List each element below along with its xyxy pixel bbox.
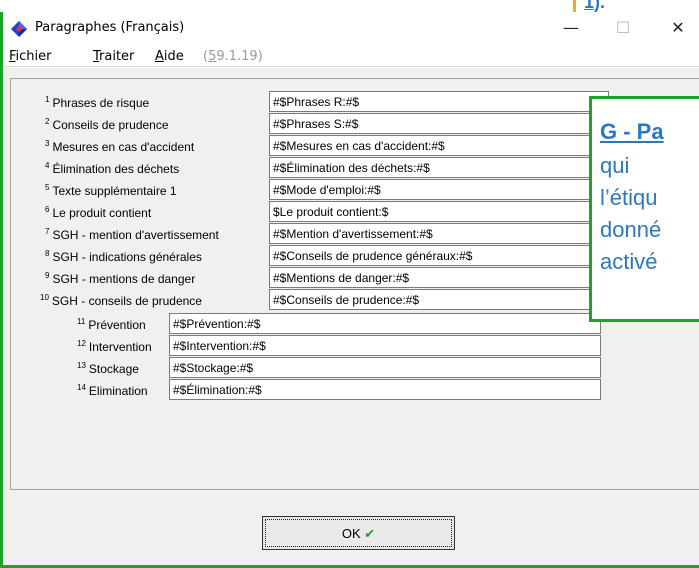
field-label: 2 Conseils de prudence: [45, 117, 169, 132]
ok-button-frame: OK ✔: [262, 516, 455, 550]
field-label: 5 Texte supplémentaire 1: [45, 183, 177, 198]
callout-g-title: G - Pa: [600, 119, 664, 144]
text-field-mention-avertissement[interactable]: #$Mention d'avertissement:#$: [269, 223, 609, 244]
callout-g: G - Pa qui l’étiqu donné activé: [589, 96, 699, 322]
text-field-stockage[interactable]: #$Stockage:#$: [169, 357, 601, 378]
minimize-button[interactable]: —: [548, 16, 594, 40]
text-field-texte-supplementaire[interactable]: #$Mode d'emploi:#$: [269, 179, 609, 200]
callout-g-line: activé: [600, 249, 658, 274]
window-title: Paragraphes (Français): [35, 20, 185, 35]
field-label: 6 Le produit contient: [45, 205, 152, 220]
text-field-prevention[interactable]: #$Prévention:#$: [169, 313, 601, 334]
field-label: 7 SGH - mention d'avertissement: [45, 227, 219, 242]
menu-version: (59.1.19): [203, 49, 263, 64]
menu-traiter[interactable]: Traiter: [93, 49, 134, 64]
checkmark-icon: ✔: [364, 526, 376, 541]
close-button[interactable]: ✕: [655, 16, 699, 40]
text-field-mesures-accident[interactable]: #$Mesures en cas d'accident:#$: [269, 135, 609, 156]
text-field-produit-contient[interactable]: $Le produit contient:$: [269, 201, 609, 222]
text-field-mentions-danger[interactable]: #$Mentions de danger:#$: [269, 267, 609, 288]
callout-g-line: l’étiqu: [600, 185, 658, 210]
field-label: 11 Prévention: [77, 317, 146, 332]
field-label: 1 Phrases de risque: [45, 95, 150, 110]
callout-g-line: donné: [600, 217, 662, 242]
title-bar[interactable]: Paragraphes (Français) — ☐ ✕: [3, 12, 699, 44]
callout-g-line: qui: [600, 153, 630, 178]
text-field-phrases-risque[interactable]: #$Phrases R:#$: [269, 91, 609, 112]
text-field-elimination-dechets[interactable]: #$Élimination des déchets:#$: [269, 157, 609, 178]
ok-button[interactable]: OK ✔: [265, 519, 452, 547]
text-field-elimination[interactable]: #$Élimination:#$: [169, 379, 601, 400]
text-field-intervention[interactable]: #$Intervention:#$: [169, 335, 601, 356]
field-label: 12 Intervention: [77, 339, 152, 354]
app-diamond-icon: [11, 21, 27, 37]
text-field-indications-generales[interactable]: #$Conseils de prudence généraux:#$: [269, 245, 609, 266]
menu-fichier[interactable]: Fichier: [9, 49, 52, 64]
menu-bar: Fichier Traiter Aide (59.1.19): [3, 45, 699, 67]
field-label: 14 Elimination: [77, 383, 148, 398]
field-label: 8 SGH - indications générales: [45, 249, 202, 264]
maximize-button[interactable]: ☐: [600, 16, 646, 40]
text-field-conseils-prudence[interactable]: #$Phrases S:#$: [269, 113, 609, 134]
menu-aide[interactable]: Aide: [155, 49, 184, 64]
field-label: 10 SGH - conseils de prudence: [40, 293, 202, 308]
field-label: 9 SGH - mentions de danger: [45, 271, 196, 286]
field-label: 13 Stockage: [77, 361, 139, 376]
field-label: 3 Mesures en cas d'accident: [45, 139, 195, 154]
text-field-sgh-conseils-prudence[interactable]: #$Conseils de prudence:#$: [269, 289, 609, 310]
field-label: 4 Élimination des déchets: [45, 161, 180, 176]
